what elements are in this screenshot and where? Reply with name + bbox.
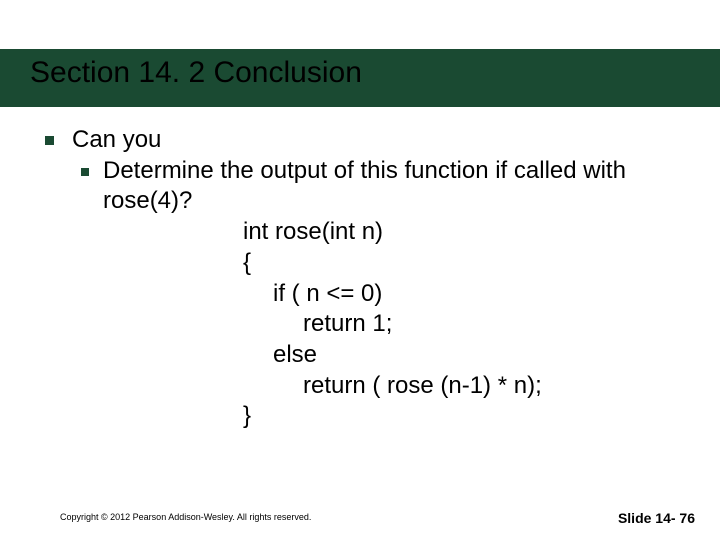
code-text: rose(4)? [103,186,690,217]
code-line: return 1; [303,309,690,340]
code-line: { [243,248,690,279]
bullet-icon [45,136,54,145]
bullet-icon [81,168,89,176]
code-line: int rose(int n) [243,217,690,248]
code-line: if ( n <= 0) [273,279,690,310]
copyright-text: Copyright © 2012 Pearson Addison-Wesley.… [60,512,311,522]
code-line: } [243,401,690,432]
bullet-level-1: Can you [45,125,690,156]
code-line: return ( rose (n-1) * n); [303,371,690,402]
code-line: else [273,340,690,371]
bullet-text: Determine the output of this function if… [103,156,690,187]
slide-content: Can you Determine the output of this fun… [45,125,690,432]
slide-title: Section 14. 2 Conclusion [30,56,362,90]
slide: Section 14. 2 Conclusion Can you Determi… [0,0,720,540]
slide-number: Slide 14- 76 [618,510,695,526]
bullet-level-2: Determine the output of this function if… [81,156,690,432]
bullet-text: Can you [72,125,161,156]
